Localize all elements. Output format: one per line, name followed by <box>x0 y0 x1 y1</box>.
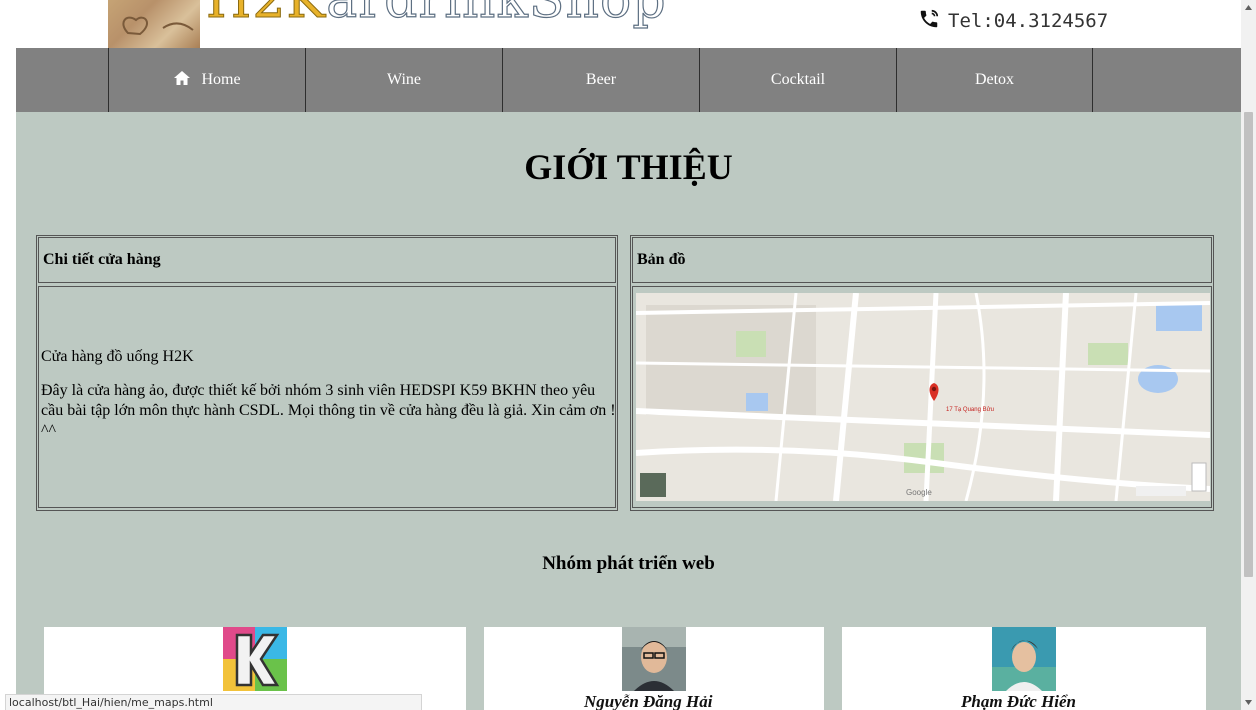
site-header: H2KardrinkShop Tel:04.3124567 <box>16 0 1241 48</box>
member-3-avatar <box>992 627 1056 691</box>
nav-item-detox[interactable]: Detox <box>896 48 1093 112</box>
store-details-body: Cửa hàng đồ uống H2K Đây là cửa hàng ảo,… <box>38 286 616 508</box>
letter-k-avatar <box>223 627 287 691</box>
vertical-scrollbar[interactable] <box>1241 0 1256 710</box>
map-frame: 17 Tạ Quang Bửu Google <box>632 286 1212 508</box>
member-2-name: Nguyễn Đăng Hải <box>584 692 713 710</box>
phone-number: Tel:04.3124567 <box>948 10 1109 32</box>
member-2-avatar <box>622 627 686 691</box>
map-brand-label: Google <box>906 488 932 497</box>
status-bar-url: localhost/btl_Hai/hien/me_maps.html <box>5 694 422 710</box>
page: H2KardrinkShop Tel:04.3124567 Home Wine … <box>16 0 1241 710</box>
phone-icon <box>918 8 940 35</box>
nav-item-beer[interactable]: Beer <box>502 48 699 112</box>
map-panel: Bản đồ 17 Tạ Quang Bửu Google <box>630 235 1214 511</box>
store-details-panel: Chi tiết cửa hàng Cửa hàng đồ uống H2K Đ… <box>36 235 618 511</box>
nav-item-home[interactable]: Home <box>108 48 305 112</box>
home-icon <box>173 70 191 91</box>
map-marker-label: 17 Tạ Quang Bửu <box>946 406 994 413</box>
phone-contact: Tel:04.3124567 <box>918 8 1108 34</box>
map-heading: Bản đồ <box>632 237 1212 283</box>
logo-text-gold: H2K <box>205 0 327 31</box>
nav-label-home: Home <box>201 71 241 88</box>
store-name-text: Cửa hàng đồ uống H2K <box>41 348 194 365</box>
nav-label-detox: Detox <box>974 71 1015 88</box>
team-heading: Nhóm phát triển web <box>542 553 715 574</box>
nav-item-cocktail[interactable]: Cocktail <box>699 48 896 112</box>
logo-text-outline: ardrinkShop <box>326 0 667 31</box>
nav-label-cocktail: Cocktail <box>770 71 826 88</box>
main-nav: Home Wine Beer Cocktail Detox <box>16 48 1241 112</box>
page-title: GIỚI THIỆU <box>524 147 733 187</box>
logo-image[interactable] <box>108 0 200 48</box>
scroll-thumb[interactable] <box>1244 112 1253 577</box>
store-details-heading: Chi tiết cửa hàng <box>38 237 616 283</box>
store-description-text: Đây là cửa hàng ảo, được thiết kế bởi nh… <box>41 382 616 439</box>
nav-label-wine: Wine <box>386 71 421 88</box>
scroll-up-arrow-icon[interactable] <box>1241 0 1256 15</box>
logo-text[interactable]: H2KardrinkShop <box>205 0 667 31</box>
nav-label-beer: Beer <box>585 71 617 88</box>
scroll-down-arrow-icon[interactable] <box>1241 695 1256 710</box>
member-3-name: Phạm Đức Hiển <box>961 692 1077 710</box>
nav-item-wine[interactable]: Wine <box>305 48 502 112</box>
embedded-map[interactable]: 17 Tạ Quang Bửu Google <box>636 293 1210 501</box>
